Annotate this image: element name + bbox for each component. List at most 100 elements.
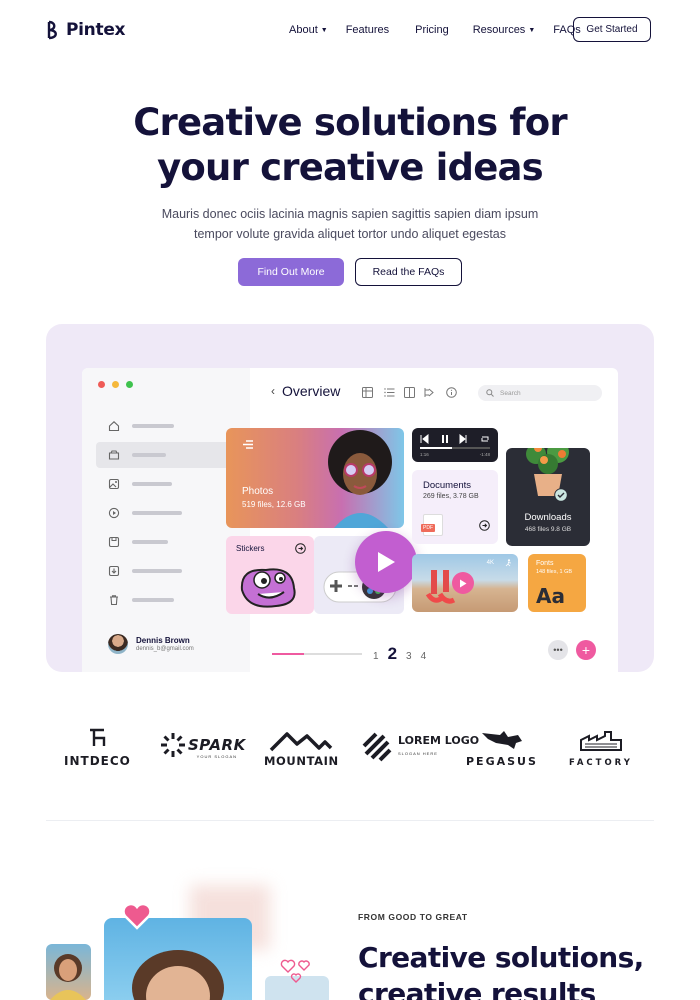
audio-player-card: 1:16 -1:48: [412, 428, 498, 462]
skip-back-icon: [420, 434, 429, 444]
list-view-icon[interactable]: [384, 387, 395, 398]
sidebar-item-home[interactable]: [96, 413, 236, 439]
portrait-thumbnail: [46, 944, 91, 1000]
chevron-left-icon[interactable]: ‹: [271, 384, 275, 398]
pintex-logo-icon: [47, 20, 57, 40]
play-button[interactable]: [452, 572, 474, 594]
chevron-down-icon: ▼: [528, 26, 536, 34]
progress-fill: [272, 653, 304, 655]
user-profile[interactable]: Dennis Brown dennis_b@gmail.com: [108, 634, 194, 654]
sidebar-item-downloads[interactable]: [96, 558, 236, 584]
page-title: Overview: [282, 383, 341, 399]
get-started-button[interactable]: Get Started: [573, 17, 651, 42]
nav-pricing[interactable]: Pricing: [415, 24, 449, 36]
page-2[interactable]: 2: [388, 644, 397, 664]
flower-pot-image: [526, 448, 569, 496]
sidebar-item-media[interactable]: [96, 500, 236, 526]
window-maximize-dot[interactable]: [126, 381, 133, 388]
section-kicker: FROM GOOD TO GREAT: [358, 912, 468, 922]
factory-building-icon: [579, 731, 622, 751]
page-1[interactable]: 1: [373, 651, 379, 662]
portrait-photo: [328, 430, 392, 528]
chevron-down-icon: ▼: [320, 26, 328, 34]
monster-sticker: [240, 568, 296, 608]
arrow-right-circle-icon[interactable]: [479, 520, 490, 531]
folder-icon: [108, 450, 120, 460]
sidebar-item-trash[interactable]: [96, 587, 236, 613]
logo-mountain: MOUNTAIN: [264, 730, 339, 768]
play-button[interactable]: [355, 531, 417, 593]
nav-features[interactable]: Features: [346, 24, 389, 36]
brand-logo[interactable]: Pintex: [46, 20, 126, 40]
top-nav: Pintex About ▼ Features Pricing Resource…: [0, 0, 700, 60]
find-out-more-button[interactable]: Find Out More: [238, 258, 344, 286]
photos-card[interactable]: Photos 519 files, 12.6 GB: [226, 428, 404, 528]
plus-icon: +: [581, 642, 591, 658]
spark-burst-icon: [161, 733, 185, 757]
intdeco-mark-icon: [90, 728, 106, 746]
menu-lines-icon: [243, 440, 253, 449]
page-3[interactable]: 3: [406, 651, 412, 662]
logo-factory: FACTORY: [569, 730, 633, 768]
info-icon[interactable]: [446, 387, 457, 398]
mountain-peaks-icon: [270, 732, 333, 752]
running-person-icon: [505, 559, 512, 567]
sidebar-item-folder[interactable]: [96, 442, 236, 468]
skip-forward-icon: [459, 434, 467, 444]
logo-pegasus: PEGASUS: [466, 729, 538, 768]
window-minimize-dot[interactable]: [112, 381, 119, 388]
play-circle-icon: [108, 507, 120, 519]
more-options-button[interactable]: •••: [548, 640, 568, 660]
sort-icon[interactable]: [424, 387, 435, 398]
logo-intdeco: INTDECO: [64, 728, 131, 768]
downloads-card[interactable]: Downloads 468 files 9.8 GB: [506, 448, 590, 546]
read-faqs-button[interactable]: Read the FAQs: [355, 258, 462, 286]
search-input[interactable]: Search: [478, 385, 602, 401]
columns-view-icon[interactable]: [404, 387, 415, 398]
documents-card[interactable]: Documents 269 files, 3.78 GB PDF: [412, 470, 498, 544]
app-showcase: Dennis Brown dennis_b@gmail.com ‹ Overvi…: [46, 324, 654, 672]
trash-icon: [110, 595, 118, 606]
stripes-mark-icon: [362, 732, 392, 762]
main-menu: About ▼ Features Pricing Resources ▼ FAQ…: [289, 24, 581, 36]
video-card[interactable]: 4K: [412, 554, 518, 612]
section-title: Creative solutions, creative results: [358, 941, 644, 1000]
search-icon: [486, 389, 494, 397]
app-sidebar: Dennis Brown dennis_b@gmail.com: [82, 368, 250, 672]
pegasus-horse-icon: [481, 731, 522, 749]
user-email: dennis_b@gmail.com: [136, 646, 194, 652]
nav-resources[interactable]: Resources ▼: [473, 24, 536, 36]
pagination: 1 2 3 4: [373, 644, 426, 664]
main-photo: [104, 918, 252, 1000]
sidebar-item-images[interactable]: [96, 471, 236, 497]
check-circle-icon: [554, 488, 568, 502]
logo-spark: SPARK YOUR SLOGAN: [160, 732, 246, 759]
heart-icon: [122, 902, 152, 930]
window-close-dot[interactable]: [98, 381, 105, 388]
ellipsis-icon: •••: [553, 645, 563, 655]
image-icon: [108, 478, 120, 490]
stickers-card[interactable]: Stickers: [226, 536, 314, 614]
hero-title: Creative solutions for your creative ide…: [133, 101, 567, 189]
repeat-icon: [481, 436, 489, 442]
avatar: [108, 634, 128, 654]
nav-about[interactable]: About ▼: [289, 24, 328, 36]
app-window: Dennis Brown dennis_b@gmail.com ‹ Overvi…: [82, 368, 618, 672]
brand-name: Pintex: [66, 20, 126, 40]
logo-lorem-logo: LOREM LOGO SLOGAN HERE: [362, 732, 479, 762]
sidebar-item-saved[interactable]: [96, 529, 236, 555]
small-hearts-icon: [280, 959, 310, 983]
hero-subtitle: Mauris donec ociis lacinia magnis sapien…: [161, 207, 539, 241]
download-box-icon: [108, 565, 120, 577]
play-icon: [378, 552, 395, 572]
player-progress[interactable]: [420, 447, 490, 449]
fonts-card[interactable]: Fonts 148 files, 1 GB Aa: [528, 554, 586, 612]
home-icon: [108, 421, 120, 432]
save-icon: [108, 536, 120, 548]
arrow-right-circle-icon[interactable]: [295, 543, 306, 554]
add-button[interactable]: +: [576, 640, 596, 660]
user-name: Dennis Brown: [136, 636, 190, 645]
grid-view-icon[interactable]: [362, 387, 373, 398]
progress-bar: [272, 653, 362, 655]
page-4[interactable]: 4: [421, 651, 427, 662]
